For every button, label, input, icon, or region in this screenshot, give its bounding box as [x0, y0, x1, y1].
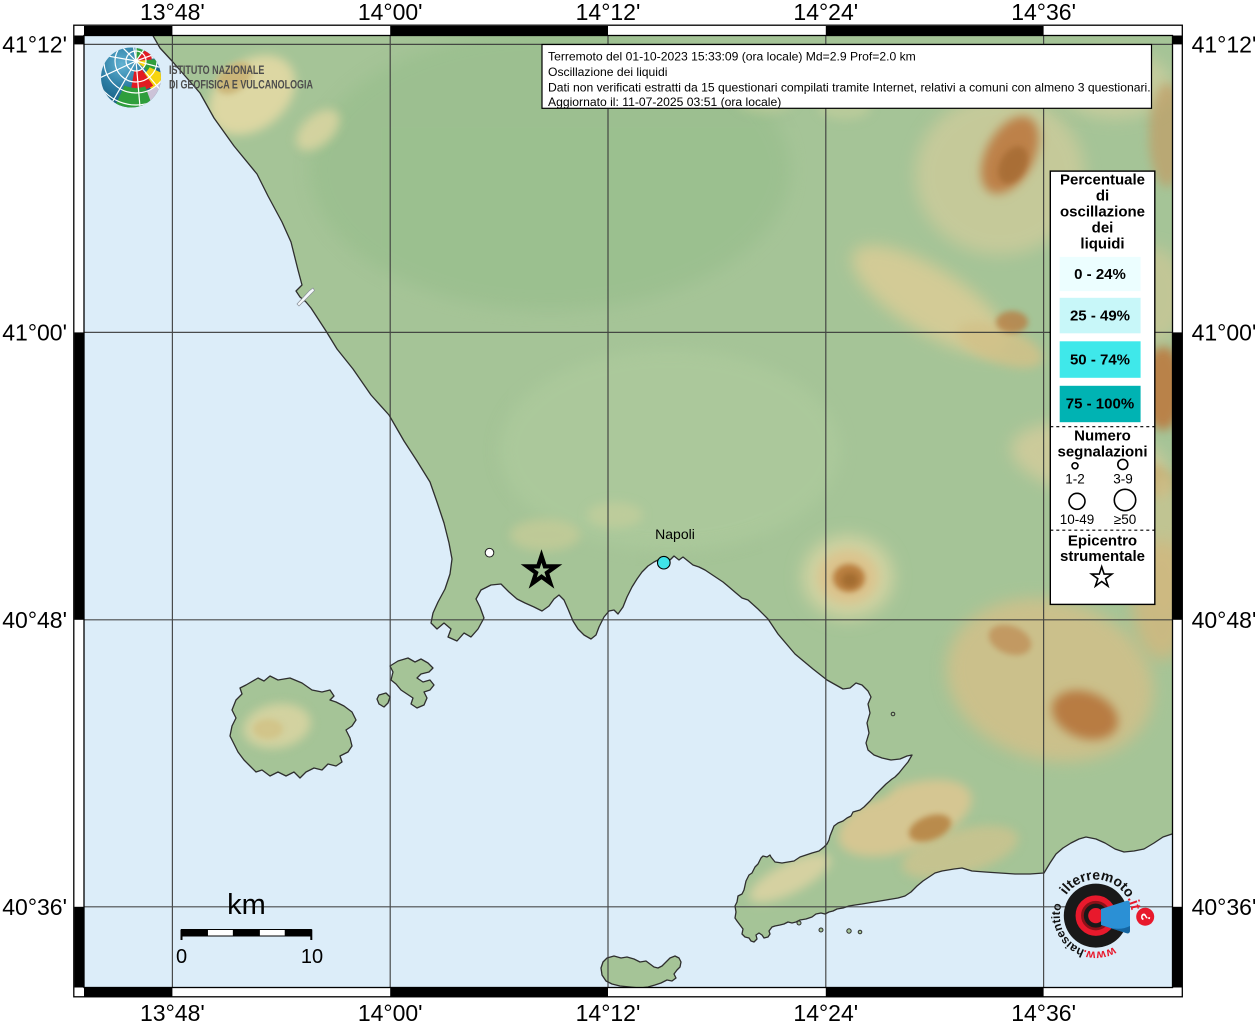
svg-text:13°48': 13°48': [140, 1000, 205, 1024]
svg-text:14°00': 14°00': [358, 0, 423, 25]
svg-text:Epicentro: Epicentro: [1068, 532, 1137, 549]
svg-text:0 - 24%: 0 - 24%: [1074, 266, 1126, 283]
svg-text:41°00': 41°00': [1192, 320, 1255, 346]
svg-text:14°12': 14°12': [576, 0, 641, 25]
svg-text:3-9: 3-9: [1113, 472, 1133, 487]
svg-text:10-49: 10-49: [1060, 512, 1095, 527]
svg-text:41°12': 41°12': [1192, 32, 1255, 58]
svg-text:14°36': 14°36': [1011, 1000, 1076, 1024]
svg-text:40°36': 40°36': [2, 894, 67, 920]
svg-text:13°48': 13°48': [140, 0, 205, 25]
svg-text:liquidi: liquidi: [1080, 236, 1124, 253]
svg-text:14°24': 14°24': [793, 0, 858, 25]
svg-text:41°00': 41°00': [2, 320, 67, 346]
svg-text:≥50: ≥50: [1114, 512, 1136, 527]
svg-text:14°00': 14°00': [358, 1000, 423, 1024]
svg-text:Dati non verificati estratti d: Dati non verificati estratti da 15 quest…: [548, 80, 1151, 94]
svg-text:di: di: [1096, 188, 1109, 205]
svg-text:0: 0: [176, 946, 187, 968]
svg-text:50 - 74%: 50 - 74%: [1070, 352, 1130, 369]
svg-text:dei: dei: [1092, 220, 1114, 237]
svg-text:40°48': 40°48': [1192, 607, 1255, 633]
svg-text:10: 10: [301, 946, 323, 968]
svg-text:segnalazioni: segnalazioni: [1057, 443, 1147, 460]
svg-text:Napoli: Napoli: [655, 526, 695, 542]
svg-text:25 - 49%: 25 - 49%: [1070, 308, 1130, 325]
svg-text:14°24': 14°24': [793, 1000, 858, 1024]
svg-text:Percentuale: Percentuale: [1060, 172, 1145, 189]
svg-text:DI GEOFISICA E VULCANOLOGIA: DI GEOFISICA E VULCANOLOGIA: [169, 80, 313, 92]
svg-text:ISTITUTO NAZIONALE: ISTITUTO NAZIONALE: [169, 65, 264, 77]
svg-text:oscillazione: oscillazione: [1060, 204, 1145, 221]
svg-text:40°48': 40°48': [2, 607, 67, 633]
svg-text:km: km: [227, 889, 266, 921]
svg-text:1-2: 1-2: [1065, 472, 1085, 487]
svg-text:14°36': 14°36': [1011, 0, 1076, 25]
svg-text:Terremoto del 01-10-2023 15:33: Terremoto del 01-10-2023 15:33:09 (ora l…: [548, 49, 916, 63]
svg-text:41°12': 41°12': [2, 32, 67, 58]
svg-text:75 - 100%: 75 - 100%: [1066, 396, 1134, 413]
svg-text:Numero: Numero: [1074, 427, 1131, 444]
svg-text:Oscillazione dei liquidi: Oscillazione dei liquidi: [548, 65, 667, 79]
svg-text:40°36': 40°36': [1192, 894, 1255, 920]
svg-text:strumentale: strumentale: [1060, 548, 1145, 565]
svg-text:Aggiornato il: 11-07-2025 03:5: Aggiornato il: 11-07-2025 03:51 (ora loc…: [548, 95, 781, 109]
svg-text:14°12': 14°12': [576, 1000, 641, 1024]
